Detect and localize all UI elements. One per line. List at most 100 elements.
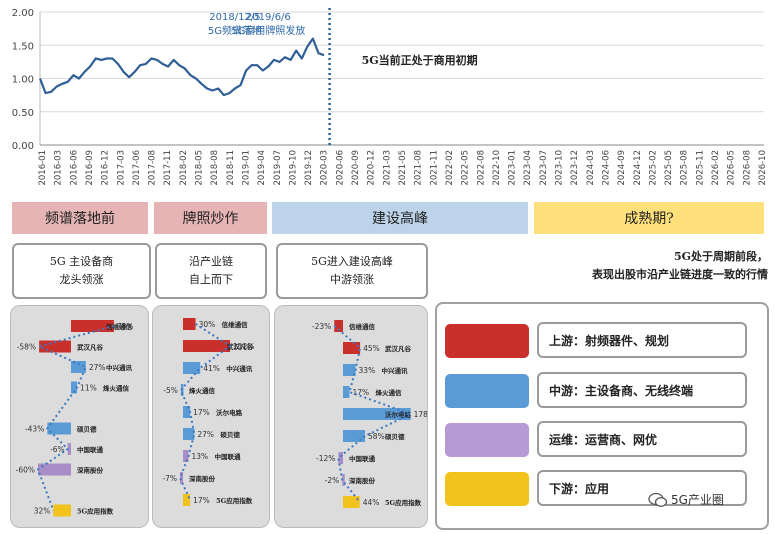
bar-value-label: -58% — [17, 343, 36, 352]
phase-note-line: 沿产业链 — [189, 255, 233, 269]
legend-item-upstream: 上游：射频器件、规划 — [445, 322, 755, 360]
x-tick-label: 2017-03 — [116, 150, 126, 186]
x-tick-label: 2017-11 — [163, 150, 173, 186]
bar-value-label: -43% — [25, 425, 44, 434]
x-tick-label: 2026-08 — [742, 150, 752, 186]
phase-note-line: 5G 主设备商 — [49, 255, 114, 269]
x-tick-label: 2022-10 — [492, 150, 502, 186]
bar-name-label: 信维通信 — [222, 320, 249, 329]
bar-name-label: 中兴通讯 — [226, 364, 253, 373]
bar-name-label: 武汉凡谷 — [77, 343, 104, 352]
x-tick-label: 2018-11 — [226, 150, 236, 186]
bar-name-label: 中国联通 — [214, 452, 241, 461]
x-tick-label: 2023-04 — [523, 150, 533, 186]
x-tick-label: 2019-12 — [304, 150, 314, 186]
x-tick-label: 2018-05 — [195, 150, 205, 186]
x-tick-label: 2018-08 — [210, 150, 220, 186]
legend-item-midstream: 中游：主设备商、无线终端 — [445, 372, 755, 410]
phase-note-box: 5G 主设备商 龙头领涨 — [12, 243, 151, 299]
bar-value-label: -7% — [162, 474, 177, 483]
phase-note-box: 沿产业链 自上而下 — [155, 243, 267, 299]
x-tick-label: 2016-09 — [85, 150, 95, 186]
bar-value-label: 27% — [197, 430, 214, 439]
bar-name-label: 深南股份 — [189, 474, 216, 483]
x-tick-label: 2023-07 — [539, 150, 549, 186]
x-tick-label: 2024-12 — [633, 150, 643, 186]
panel-3: -23%信维通信45%武汉凡谷33%中兴通讯17%烽火通信178%沃尔电路58%… — [274, 305, 428, 528]
bar-value-label: -60% — [16, 466, 35, 475]
bar-name-label: 沃尔电路 — [385, 410, 412, 419]
y-tick-label: 1.50 — [12, 41, 34, 52]
bar-value-label: 27% — [89, 363, 106, 372]
legend-label-upstream: 上游：射频器件、规划 — [537, 322, 747, 358]
x-tick-label: 2023-01 — [508, 150, 518, 186]
x-tick-label: 2026-05 — [727, 150, 737, 186]
bar-value-label: 33% — [359, 366, 376, 375]
y-tick-label: 2.00 — [12, 8, 34, 19]
current-position-label: 5G当前正处于商用初期 — [362, 53, 478, 67]
x-tick-label: 2020-12 — [367, 150, 377, 186]
bar — [183, 494, 191, 506]
panel-1: 78% 信维通信 -58% 武汉凡谷 27% 中兴通讯 11% 烽火通信 -43% 硕贝德 -6% 中… — [10, 305, 149, 528]
bar-name-label: 5G应用指数 — [77, 507, 114, 516]
phase-label: 建设高峰 — [272, 202, 528, 234]
bar-name-label: 信维通信 — [106, 322, 133, 331]
x-tick-label: 2026-10 — [758, 150, 768, 186]
x-tick-label: 2016-03 — [54, 150, 64, 186]
bar-name-label: 中国联通 — [77, 445, 104, 454]
x-tick-label: 2019-07 — [273, 150, 283, 186]
series-line — [38, 37, 325, 97]
annotation-label: 5G商用牌照发放 — [231, 24, 305, 37]
bar-name-label: 中国联通 — [349, 454, 376, 463]
bar-name-label: 信维通信 — [349, 322, 376, 331]
bar-value-label: 45% — [363, 344, 380, 353]
bar-name-label: 深南股份 — [77, 466, 104, 475]
phase-label: 成熟期? — [534, 202, 764, 234]
x-tick-label: 2020-09 — [351, 150, 361, 186]
bar — [343, 386, 350, 398]
bar — [53, 504, 71, 517]
bar-name-label: 5G应用指数 — [216, 496, 253, 505]
bar-name-label: 5G应用指数 — [385, 498, 422, 507]
bar-value-label: -23% — [312, 322, 331, 331]
bar-name-label: 烽火通信 — [189, 386, 216, 395]
x-tick-label: 2022-02 — [445, 150, 455, 186]
panel-2: 30% 信维通信 112% 武汉凡谷 41% 中兴通讯 -5% 烽火通信 17% 沃尔电路 27% 硕… — [152, 305, 270, 528]
x-tick-label: 2018-02 — [179, 150, 189, 186]
phase-note-line: 龙头领涨 — [59, 273, 104, 286]
x-tick-label: 2023-10 — [555, 150, 565, 186]
bar-name-label: 烽火通信 — [103, 384, 130, 393]
annotation-label: 2019/6/6 — [246, 12, 291, 23]
bar — [338, 452, 343, 464]
bar — [183, 340, 231, 352]
x-tick-label: 2022-08 — [476, 150, 486, 186]
legend-swatch-downstream — [445, 472, 529, 506]
chart-svg: 2.00 1.50 1.00 0.50 0.00 2016-01 2016-03 2016-0… — [12, 8, 768, 186]
bar-value-label: 178% — [414, 410, 427, 419]
bar-value-label: -2% — [325, 476, 340, 485]
bar — [343, 342, 361, 354]
x-tick-label: 2023-12 — [570, 150, 580, 186]
x-tick-label: 2021-11 — [429, 150, 439, 186]
x-tick-label: 2021-05 — [398, 150, 408, 186]
bar-name-label: 中兴通讯 — [382, 366, 409, 375]
x-tick-label: 2025-05 — [664, 150, 674, 186]
legend-label-operator: 运维：运营商、网优 — [537, 421, 747, 457]
bar-value-label: 32% — [34, 507, 51, 516]
bar — [183, 318, 196, 330]
bar-value-label: 11% — [80, 384, 97, 393]
x-tick-label: 2016-06 — [69, 150, 79, 186]
x-tick-label: 2025-08 — [680, 150, 690, 186]
bar-name-label: 硕贝德 — [385, 432, 405, 441]
x-tick-label: 2024-03 — [586, 150, 596, 186]
phase-note-box: 5G进入建设高峰 中游领涨 — [276, 243, 428, 299]
bar-name-label: 硕贝德 — [220, 430, 240, 439]
bar-value-label: 44% — [363, 498, 380, 507]
phase-label: 牌照炒作 — [154, 202, 267, 234]
y-tick-label: 0.50 — [12, 108, 34, 119]
legend-swatch-operator — [445, 423, 529, 457]
y-tick-label: 0.00 — [12, 141, 34, 152]
x-tick-label: 2020-03 — [320, 150, 330, 186]
x-tick-label: 2021-08 — [414, 150, 424, 186]
x-tick-label: 2024-09 — [617, 150, 627, 186]
